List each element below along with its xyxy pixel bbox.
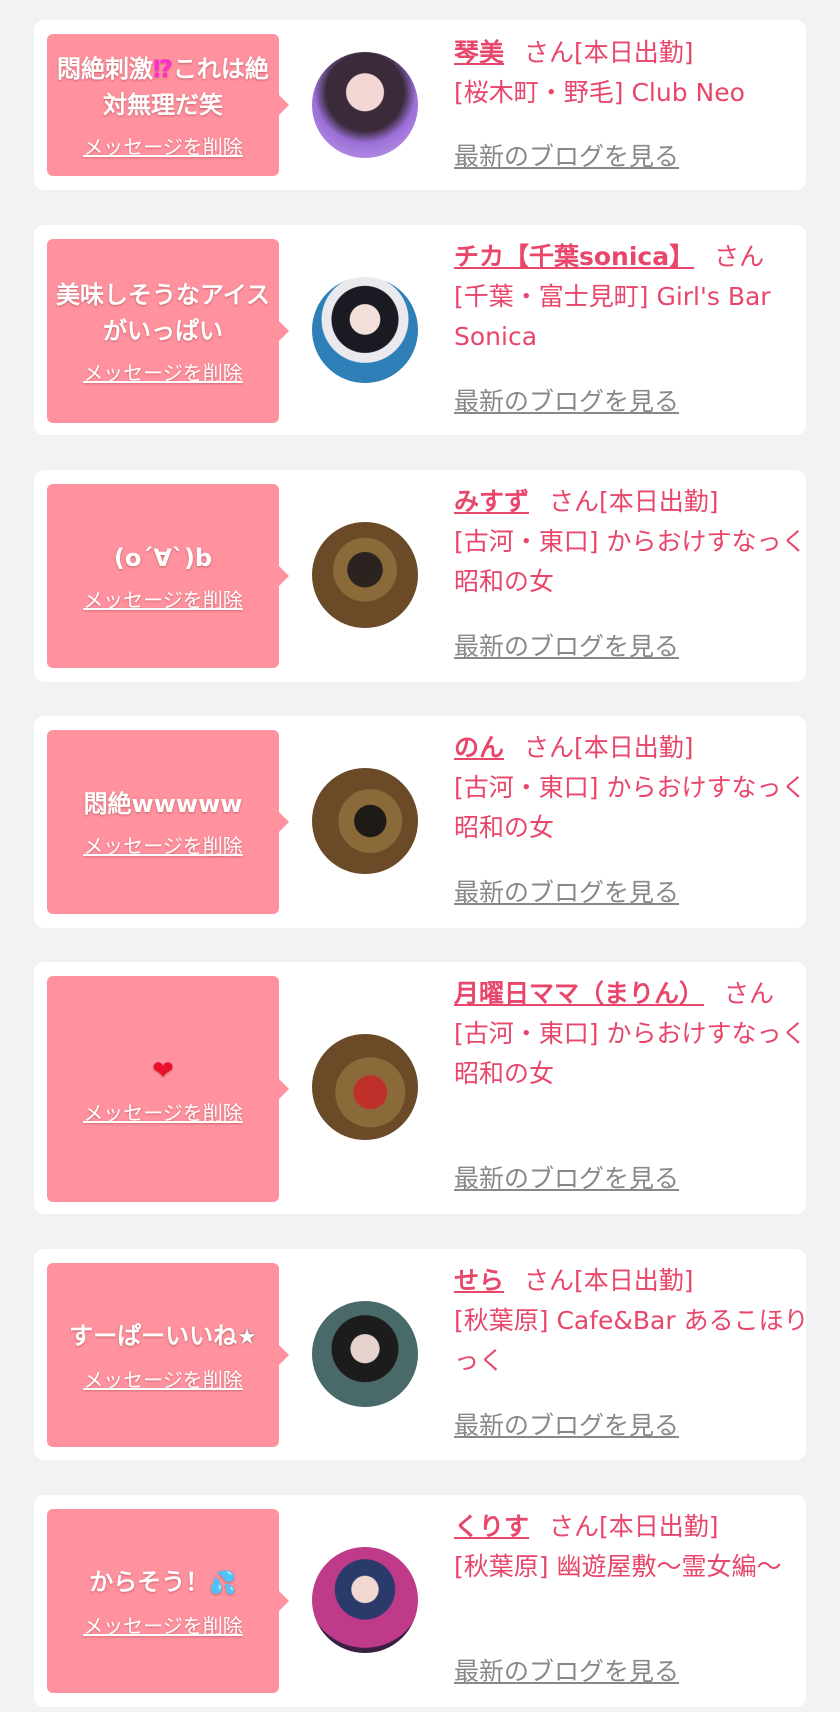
profile-info: みすず さん[本日出勤] [古河・東口] からおけすなっく 昭和の女: [454, 482, 822, 602]
delete-message-link[interactable]: メッセージを削除: [83, 1610, 243, 1639]
heart-arrow-icon: ❤: [152, 1055, 174, 1086]
profile-info: のん さん[本日出勤] [古河・東口] からおけすなっく 昭和の女: [454, 728, 822, 848]
shop-name: [秋葉原] 幽遊屋敷～霊女編～: [454, 1552, 782, 1581]
message-main: 悶絶刺激: [57, 54, 154, 83]
star-icon: ★: [237, 1324, 257, 1350]
favorite-card: ❤ メッセージを削除 月曜日ママ（まりん） さん [古河・東口] からおけすなっく…: [34, 962, 806, 1214]
favorite-card: 悶絶wwwww メッセージを削除 のん さん[本日出勤] [古河・東口] からおけ…: [34, 716, 806, 928]
message-text: (o´∀`)b: [113, 543, 213, 572]
sweat-drop-icon: 💦: [209, 1570, 237, 1596]
name-suffix: さん[本日出勤]: [549, 1512, 719, 1541]
latest-blog-link[interactable]: 最新のブログを見る: [454, 627, 679, 663]
delete-message-link[interactable]: メッセージを削除: [83, 1097, 243, 1126]
cast-name-link[interactable]: みすず: [454, 487, 529, 516]
message-bubble: 悶絶wwwww メッセージを削除: [47, 730, 289, 914]
message-bubble: 悶絶刺激⁉これは絶対無理だ笑 メッセージを削除: [47, 34, 289, 176]
favorite-card: すーぱーいいね★ メッセージを削除 せら さん[本日出勤] [秋葉原] Cafe&…: [34, 1249, 809, 1460]
cast-name-link[interactable]: チカ【千葉sonica】: [454, 242, 694, 271]
message-text: 悶絶刺激⁉これは絶対無理だ笑: [47, 51, 279, 123]
message-text: すーぱーいいね★: [61, 1318, 265, 1356]
profile-info: くりす さん[本日出勤] [秋葉原] 幽遊屋敷～霊女編～: [454, 1507, 822, 1587]
shop-name: [古河・東口] からおけすなっく 昭和の女: [454, 773, 807, 842]
name-suffix: さん[本日出勤]: [524, 38, 694, 67]
shop-name: [桜木町・野毛] Club Neo: [454, 78, 745, 107]
cast-name-link[interactable]: 琴美: [454, 38, 504, 67]
exclamation-question-icon: ⁉: [153, 54, 173, 83]
name-suffix: さん[本日出勤]: [524, 1266, 694, 1295]
profile-info: 月曜日ママ（まりん） さん [古河・東口] からおけすなっく 昭和の女: [454, 974, 822, 1094]
latest-blog-link[interactable]: 最新のブログを見る: [454, 1406, 679, 1442]
message-text: からそう！💦: [81, 1564, 244, 1602]
profile-info: 琴美 さん[本日出勤] [桜木町・野毛] Club Neo: [454, 33, 822, 113]
favorite-card: からそう！💦 メッセージを削除 くりす さん[本日出勤] [秋葉原] 幽遊屋敷～霊…: [34, 1495, 806, 1707]
message-bubble: (o´∀`)b メッセージを削除: [47, 484, 289, 668]
message-bubble: 美味しそうなアイスがいっぱい メッセージを削除: [47, 239, 289, 423]
message-main: からそう！: [89, 1567, 210, 1596]
delete-message-link[interactable]: メッセージを削除: [83, 131, 243, 160]
profile-info: チカ【千葉sonica】 さん [千葉・富士見町] Girl's Bar Soni…: [454, 237, 822, 357]
latest-blog-link[interactable]: 最新のブログを見る: [454, 137, 679, 173]
name-suffix: さん: [724, 979, 775, 1008]
name-suffix: さん[本日出勤]: [524, 733, 694, 762]
avatar[interactable]: [312, 768, 418, 874]
avatar[interactable]: [312, 1034, 418, 1140]
delete-message-link[interactable]: メッセージを削除: [83, 830, 243, 859]
message-bubble: すーぱーいいね★ メッセージを削除: [47, 1263, 289, 1447]
cast-name-link[interactable]: くりす: [454, 1512, 529, 1541]
delete-message-link[interactable]: メッセージを削除: [83, 357, 243, 386]
latest-blog-link[interactable]: 最新のブログを見る: [454, 1652, 679, 1688]
avatar[interactable]: [312, 277, 418, 383]
avatar[interactable]: [312, 522, 418, 628]
message-main: すーぱーいいね: [69, 1321, 238, 1350]
cast-name-link[interactable]: のん: [454, 733, 504, 762]
message-text: 美味しそうなアイスがいっぱい: [55, 280, 271, 345]
message-text: 悶絶wwwww: [83, 789, 243, 818]
message-text: ❤: [144, 1053, 182, 1089]
delete-message-link[interactable]: メッセージを削除: [83, 584, 243, 613]
avatar[interactable]: [312, 1547, 418, 1653]
latest-blog-link[interactable]: 最新のブログを見る: [454, 873, 679, 909]
shop-name: [古河・東口] からおけすなっく 昭和の女: [454, 527, 807, 596]
favorite-card: 美味しそうなアイスがいっぱい メッセージを削除 チカ【千葉sonica】 さん […: [34, 225, 806, 435]
shop-name: [古河・東口] からおけすなっく 昭和の女: [454, 1019, 807, 1088]
latest-blog-link[interactable]: 最新のブログを見る: [454, 1159, 679, 1195]
shop-name: [千葉・富士見町] Girl's Bar Sonica: [454, 282, 771, 351]
message-bubble: からそう！💦 メッセージを削除: [47, 1509, 289, 1693]
shop-name: [秋葉原] Cafe&Bar あるこほりっく: [454, 1306, 809, 1375]
message-bubble: ❤ メッセージを削除: [47, 976, 289, 1202]
favorite-card: 悶絶刺激⁉これは絶対無理だ笑 メッセージを削除 琴美 さん[本日出勤] [桜木町・…: [34, 20, 806, 190]
favorite-card: (o´∀`)b メッセージを削除 みすず さん[本日出勤] [古河・東口] からお…: [34, 470, 806, 682]
name-suffix: さん: [714, 242, 765, 271]
delete-message-link[interactable]: メッセージを削除: [83, 1364, 243, 1393]
cast-name-link[interactable]: せら: [454, 1266, 504, 1295]
name-suffix: さん[本日出勤]: [549, 487, 719, 516]
cast-name-link[interactable]: 月曜日ママ（まりん）: [454, 979, 704, 1008]
avatar[interactable]: [312, 52, 418, 158]
latest-blog-link[interactable]: 最新のブログを見る: [454, 382, 679, 418]
profile-info: せら さん[本日出勤] [秋葉原] Cafe&Bar あるこほりっく: [454, 1261, 822, 1381]
avatar[interactable]: [312, 1301, 418, 1407]
